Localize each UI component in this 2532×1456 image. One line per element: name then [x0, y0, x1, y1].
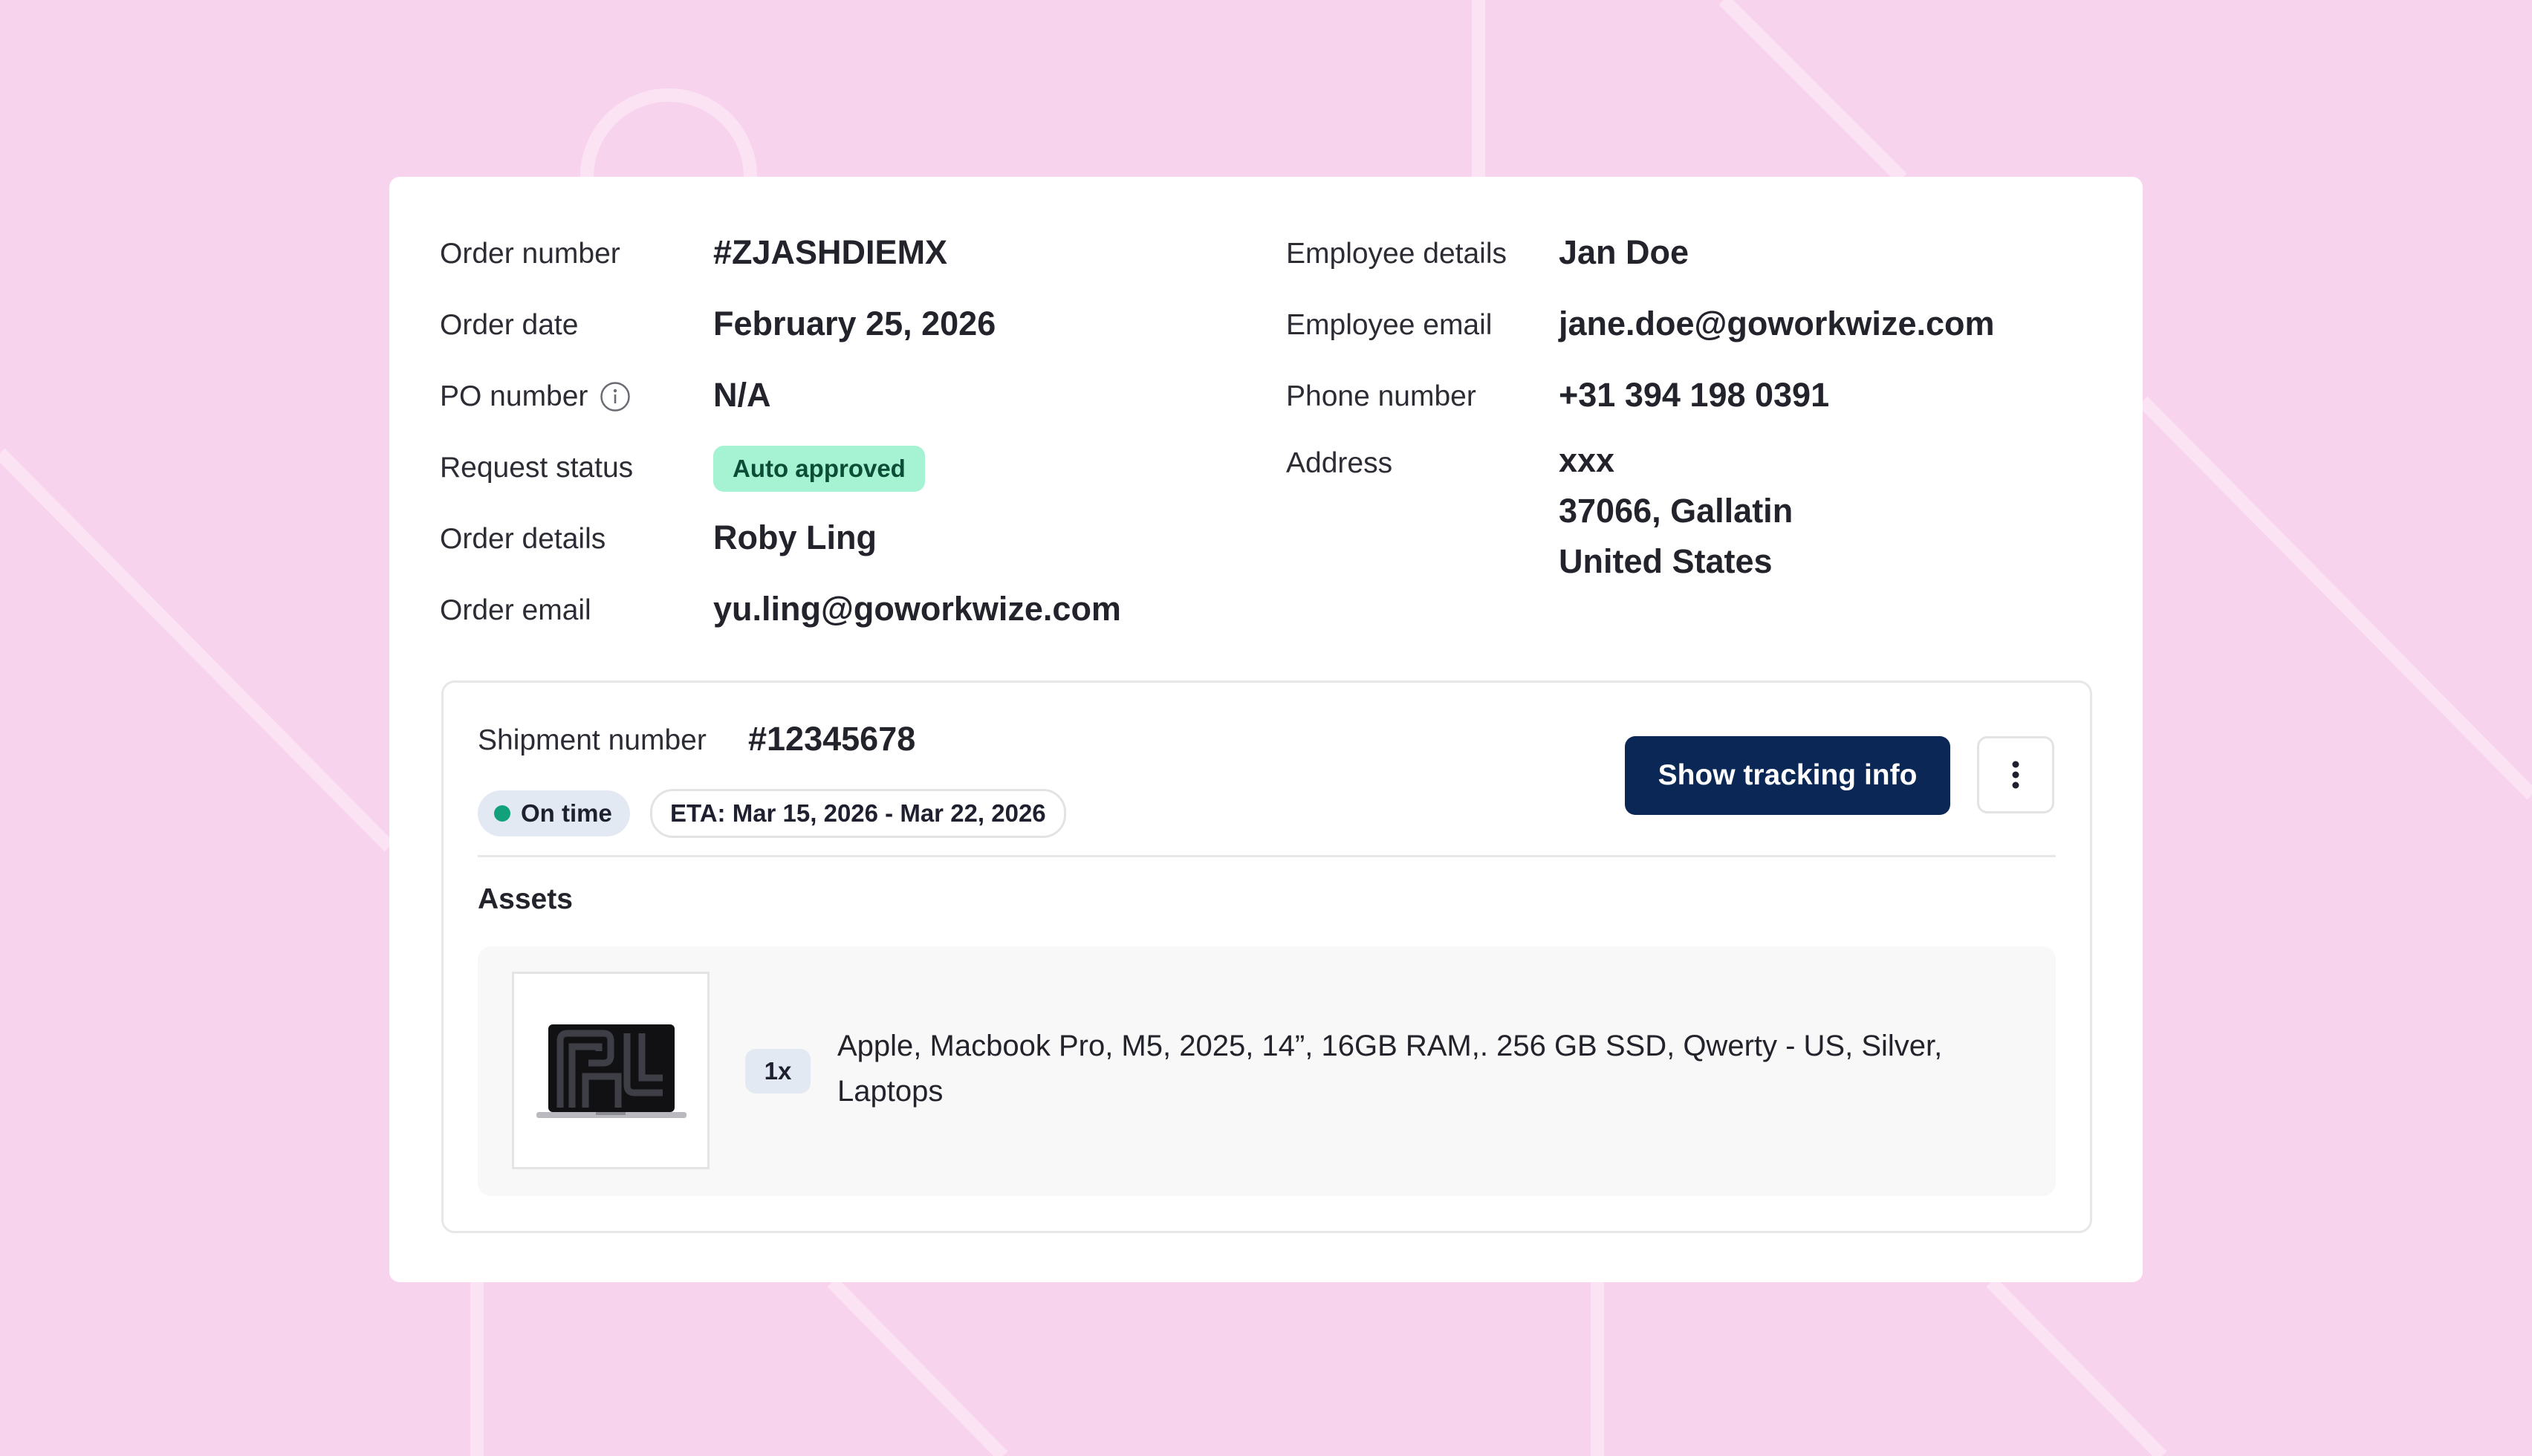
status-dot-icon [494, 805, 510, 822]
employee-details-row: Employee details [1286, 232, 1507, 276]
employee-details-value: Jan Doe [1559, 233, 1689, 271]
po-number-value: N/A [713, 376, 771, 414]
eta-badge: ETA: Mar 15, 2026 - Mar 22, 2026 [650, 789, 1066, 838]
asset-item: 1x Apple, Macbook Pro, M5, 2025, 14”, 16… [478, 946, 2056, 1196]
employee-details-label: Employee details [1286, 238, 1507, 270]
address-line: xxx [1559, 441, 1615, 479]
on-time-badge: On time [478, 790, 630, 836]
address-line: 37066, Gallatin [1559, 492, 1794, 530]
shipment-number-value: #12345678 [748, 720, 916, 758]
info-icon[interactable] [600, 381, 631, 412]
employee-email-row: Employee email [1286, 303, 1492, 348]
eta-label: ETA: Mar 15, 2026 - Mar 22, 2026 [670, 799, 1046, 827]
order-details-value: Roby Ling [713, 519, 877, 556]
vertical-ellipsis-icon [2012, 761, 2019, 789]
quantity-badge: 1x [745, 1049, 811, 1093]
address-label: Address [1286, 447, 1393, 479]
laptop-image [512, 972, 710, 1169]
show-tracking-button[interactable]: Show tracking info [1625, 736, 1950, 815]
more-options-button[interactable] [1977, 736, 2054, 813]
order-email-row: Order email [440, 588, 591, 633]
order-details-row: Order details [440, 517, 606, 562]
shipment-panel: Shipment number #12345678 On time ETA: M… [441, 680, 2092, 1233]
phone-number-row: Phone number [1286, 374, 1476, 419]
order-email-value: yu.ling@goworkwize.com [713, 590, 1121, 628]
address-row: Address [1286, 441, 1392, 486]
assets-title: Assets [478, 883, 573, 915]
order-email-label: Order email [440, 594, 591, 626]
order-date-label: Order date [440, 309, 579, 341]
po-number-row: PO number [440, 374, 631, 419]
asset-description: Apple, Macbook Pro, M5, 2025, 14”, 16GB … [837, 1030, 1943, 1108]
address-line: United States [1559, 542, 1773, 580]
address-value: xxx 37066, Gallatin United States [1559, 435, 1793, 587]
order-detail-card: Order number #ZJASHDIEMX Order date Febr… [389, 177, 2143, 1282]
po-number-label: PO number [440, 380, 588, 412]
shipment-number-label: Shipment number [478, 724, 707, 756]
employee-email-value: jane.doe@goworkwize.com [1559, 305, 1995, 342]
on-time-label: On time [521, 799, 612, 827]
status-badge: Auto approved [713, 446, 925, 492]
order-number-row: Order number [440, 232, 620, 276]
phone-number-value: +31 394 198 0391 [1559, 376, 1830, 414]
divider [478, 855, 2056, 857]
order-details-label: Order details [440, 523, 606, 555]
order-date-value: February 25, 2026 [713, 305, 996, 342]
order-number-value: #ZJASHDIEMX [713, 233, 948, 271]
phone-number-label: Phone number [1286, 380, 1476, 412]
order-date-row: Order date [440, 303, 578, 348]
order-number-label: Order number [440, 238, 620, 270]
employee-email-label: Employee email [1286, 309, 1493, 341]
request-status-label: Request status [440, 452, 634, 484]
request-status-row: Request status [440, 446, 633, 490]
